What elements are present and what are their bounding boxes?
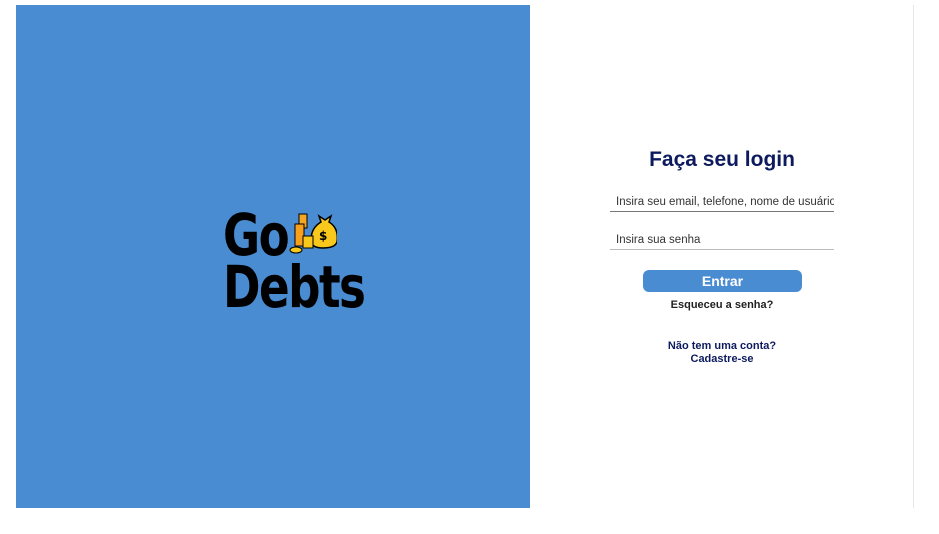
logo-text-debts: Debts	[223, 253, 366, 321]
svg-text:$: $	[319, 229, 327, 243]
password-input[interactable]	[610, 230, 834, 250]
money-bag-coins-icon: $	[289, 213, 337, 254]
login-title: Faça seu login	[649, 148, 795, 171]
login-button[interactable]: Entrar	[643, 270, 802, 292]
brand-panel: Go Debts $	[16, 5, 530, 508]
go-debts-logo: Go Debts $	[207, 201, 367, 321]
no-account-text: Não tem uma conta?	[667, 340, 777, 352]
username-input[interactable]	[610, 192, 834, 212]
forgot-password-link[interactable]: Esqueceu a senha?	[610, 299, 834, 311]
signup-link[interactable]: Cadastre-se	[610, 353, 834, 365]
right-border	[913, 5, 914, 508]
